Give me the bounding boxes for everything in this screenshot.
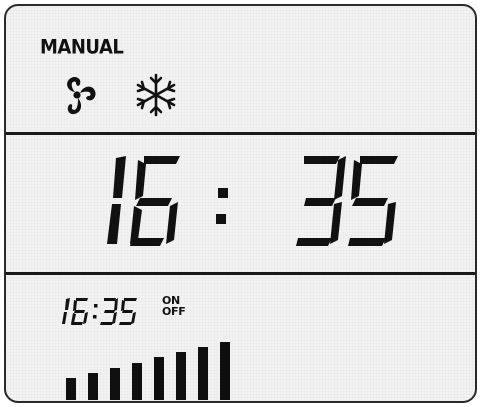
main-time-colon xyxy=(216,188,228,224)
timer-time-readout xyxy=(62,298,137,325)
fan-speed-level-bars xyxy=(66,336,256,400)
timer-on-off-indicator: ON OFF xyxy=(162,295,186,318)
fan-speed-bar xyxy=(154,357,164,400)
fan-speed-bar xyxy=(66,378,76,400)
fan-speed-bar xyxy=(198,347,208,400)
snowflake-icon xyxy=(136,73,176,117)
timer-off-label: OFF xyxy=(162,305,186,318)
lcd-display-panel: MANUAL ON OFF xyxy=(4,4,477,403)
fan-speed-bar xyxy=(220,342,230,400)
mode-label: MANUAL xyxy=(40,36,124,60)
fan-speed-bar xyxy=(132,362,142,400)
fan-speed-bar xyxy=(176,352,186,400)
divider-bottom xyxy=(6,272,475,275)
divider-top xyxy=(6,132,475,135)
fan-speed-bar xyxy=(88,372,98,400)
fan-speed-bar xyxy=(110,367,120,400)
main-time-minutes xyxy=(296,156,398,246)
fan-icon xyxy=(67,76,96,115)
main-time-hours xyxy=(107,156,180,246)
